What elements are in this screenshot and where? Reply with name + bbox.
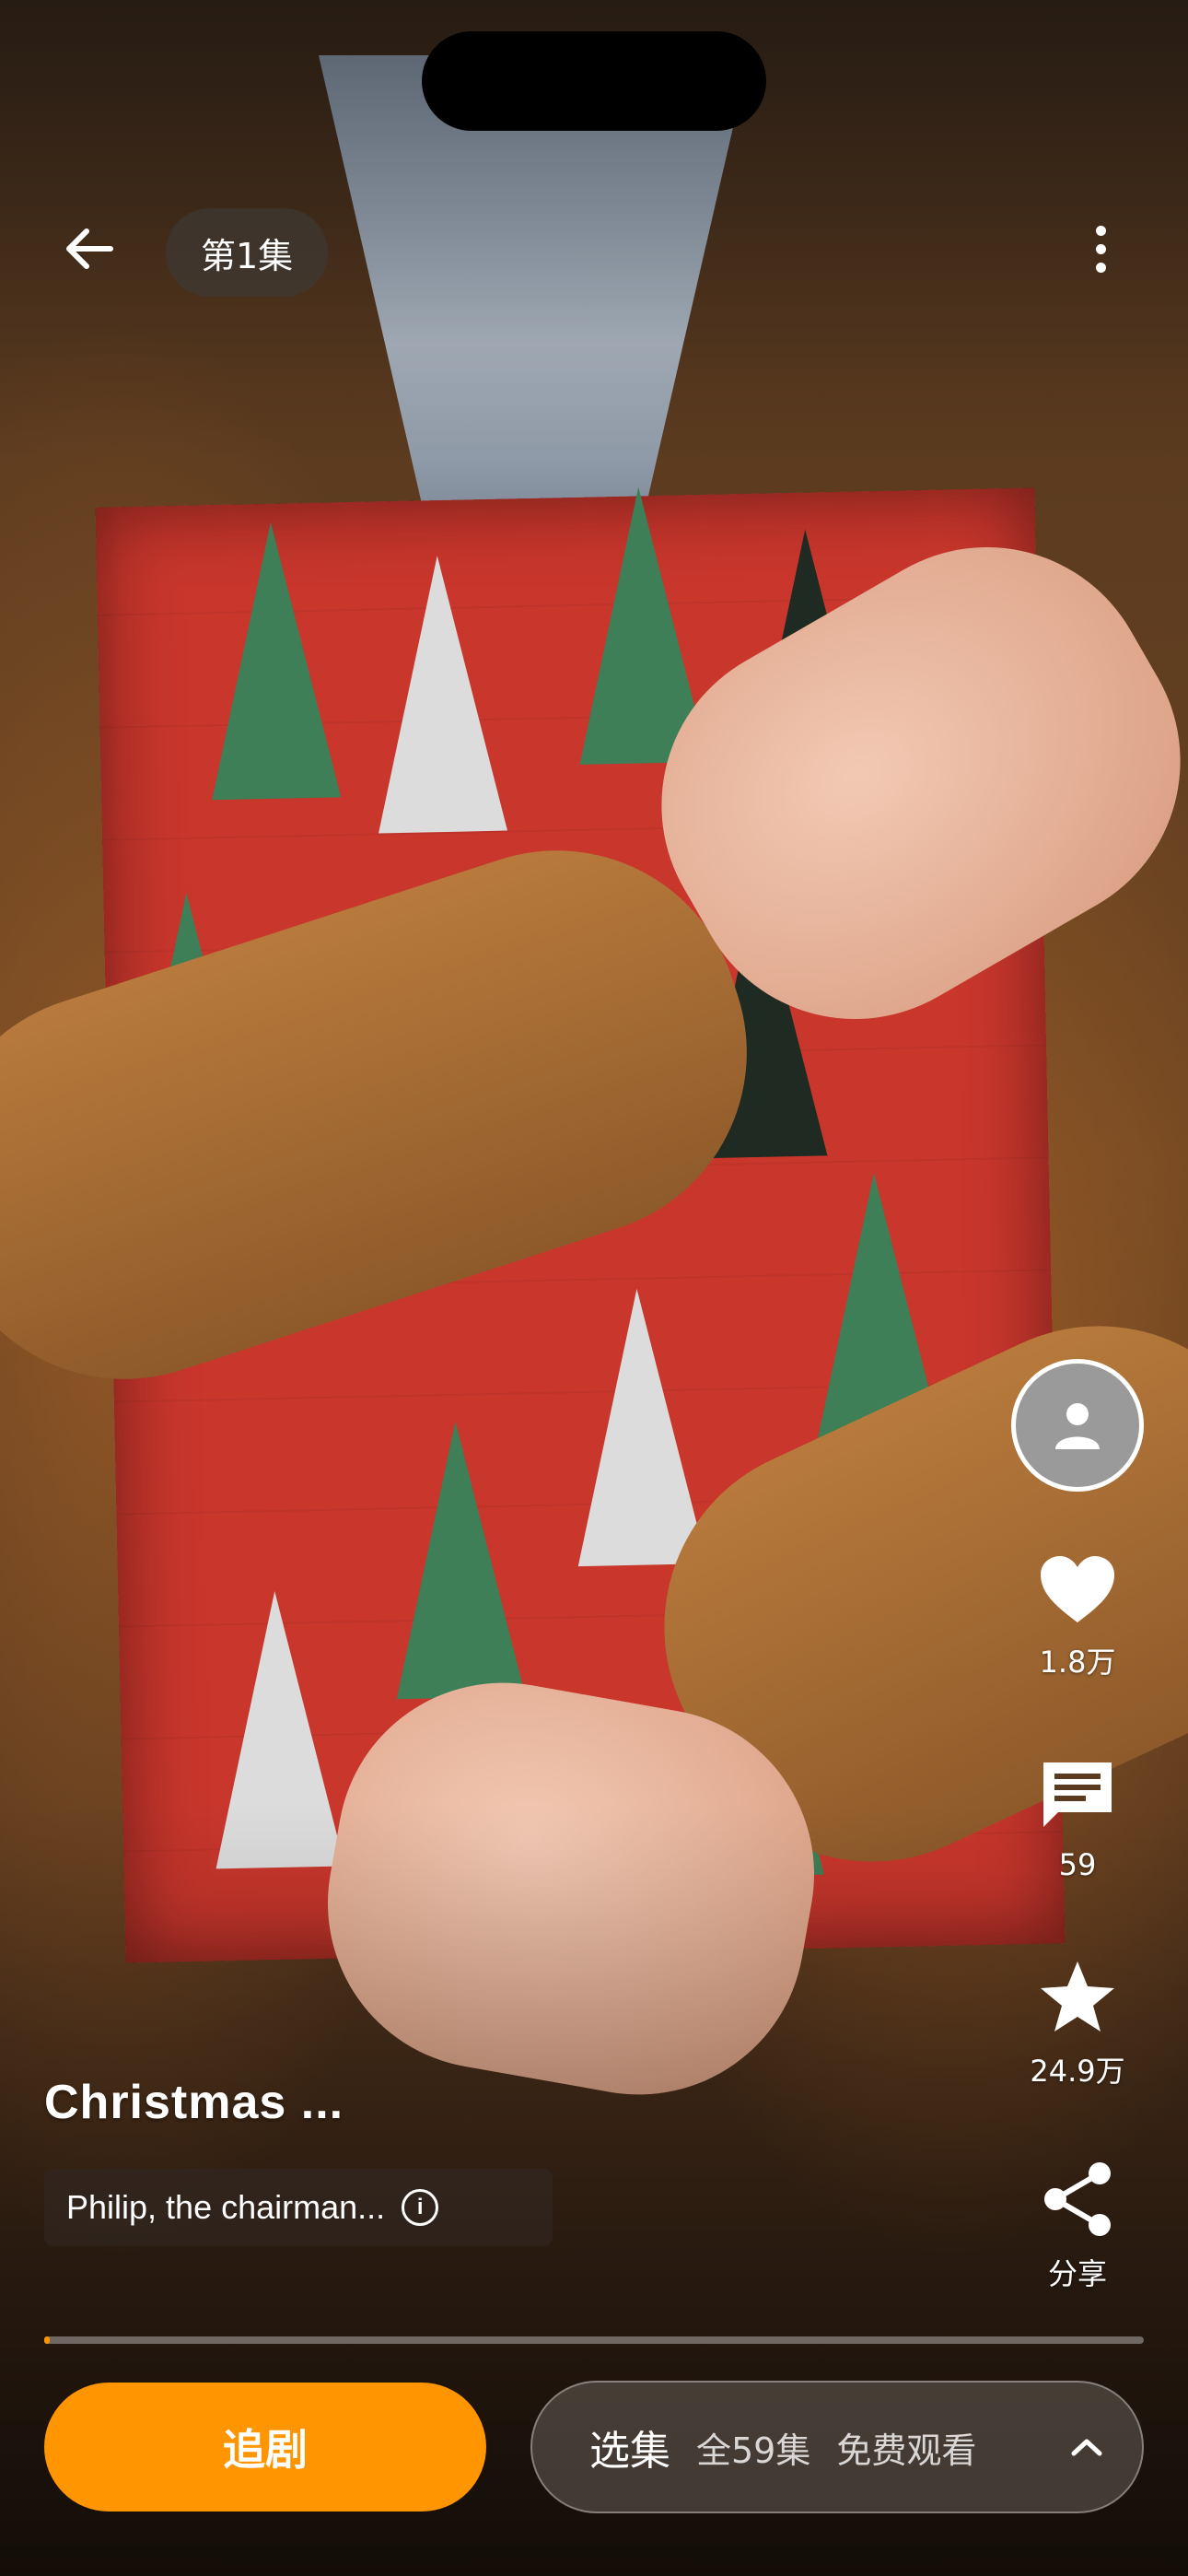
like-count: 1.8万 (1039, 1645, 1116, 1680)
avatar[interactable] (1011, 1359, 1144, 1492)
back-button[interactable] (52, 212, 125, 286)
share-icon (1044, 2162, 1111, 2236)
like-button[interactable]: 1.8万 (1004, 1552, 1151, 1681)
comment-icon (1043, 1762, 1112, 1827)
episodes-label: 选集 (589, 2428, 670, 2475)
favorite-count: 24.9万 (1030, 2054, 1125, 2089)
chevron-up-icon (1071, 2439, 1102, 2456)
description-text: Philip, the chairman... (66, 2188, 386, 2226)
comment-button[interactable]: 59 (1004, 1755, 1151, 1882)
person-icon (1055, 1403, 1100, 1449)
heart-icon (1041, 1556, 1114, 1622)
total-episodes: 全59集 (696, 2430, 811, 2471)
comment-count: 59 (1058, 1847, 1097, 1882)
episode-indicator[interactable]: 第1集 (166, 208, 329, 297)
episode-label: 第1集 (201, 235, 294, 276)
follow-label: 追剧 (223, 2425, 308, 2475)
free-watch-label: 免费观看 (836, 2430, 977, 2471)
share-button[interactable]: 分享 (1004, 2160, 1151, 2293)
favorite-button[interactable]: 24.9万 (1004, 1958, 1151, 2090)
star-icon (1041, 1961, 1114, 2032)
info-icon: i (402, 2189, 439, 2226)
more-dot-icon (1095, 243, 1106, 254)
episode-select-button[interactable]: 选集 全59集 免费观看 (530, 2381, 1144, 2513)
more-options-button[interactable] (1068, 212, 1133, 286)
action-rail: 1.8万 59 24.9万 分享 (1004, 1359, 1151, 2291)
playback-progress-fill (44, 2336, 50, 2344)
playback-progress-bar[interactable] (44, 2336, 1144, 2344)
arrow-left-icon (66, 228, 113, 269)
dynamic-island (422, 31, 766, 131)
more-dot-icon (1095, 262, 1106, 273)
drama-description[interactable]: Philip, the chairman... i (44, 2169, 553, 2246)
more-dot-icon (1095, 225, 1106, 236)
drama-title[interactable]: Christmas ... (44, 2075, 344, 2130)
share-label: 分享 (1047, 2256, 1107, 2291)
follow-drama-button[interactable]: 追剧 (44, 2383, 486, 2512)
